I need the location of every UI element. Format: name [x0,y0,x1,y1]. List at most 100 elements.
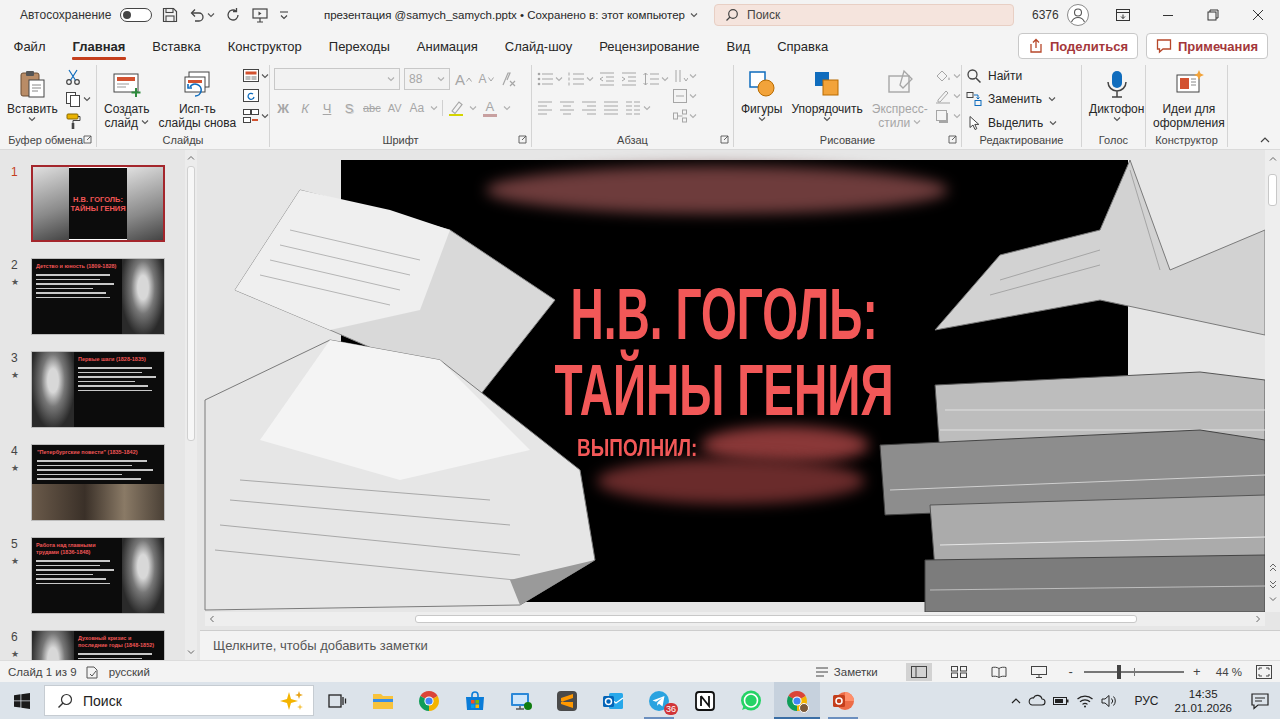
close-button[interactable] [1236,0,1280,30]
taskbar-search[interactable]: Поиск [44,685,314,716]
font-style-button[interactable]: S [340,98,358,118]
cloud-icon[interactable] [1028,693,1046,709]
fit-to-window-icon[interactable] [1256,665,1272,679]
layout-button[interactable] [242,68,269,84]
slide-thumbnail[interactable]: "Петербургские повести" (1835-1842) [31,444,165,521]
text-direction-button[interactable] [672,68,697,84]
view-button[interactable] [906,663,932,681]
zoom-level[interactable]: 44 % [1216,666,1242,678]
reuse-slides-button[interactable]: Исп-ть слайды снова [156,67,240,131]
customize-toolbar-icon[interactable] [278,8,290,22]
start-button[interactable] [0,682,44,719]
new-slide-button[interactable]: Создать слайд [101,67,153,131]
view-button[interactable] [1026,663,1052,681]
document-title[interactable]: презентация @samych_samych.pptx • Сохран… [300,9,698,21]
horizontal-scrollbar[interactable] [205,612,1265,626]
dialog-launcher-icon[interactable] [83,135,92,144]
ribbon-tab[interactable]: Файл [0,30,59,62]
language[interactable]: русский [109,666,150,678]
grow-font-button[interactable]: A [454,69,473,89]
font-color-button[interactable]: A [481,98,499,118]
save-icon[interactable] [161,6,179,24]
design-ideas-button[interactable]: Идеи для оформления [1150,67,1228,131]
editing-item[interactable]: Заменить [966,90,1056,108]
font-style-button[interactable]: Ж [274,98,292,118]
ribbon-display-button[interactable] [1101,0,1146,30]
shape-fill-button[interactable] [934,68,961,84]
author-label[interactable]: ВЫПОЛНИЛ: [577,434,697,462]
dialog-launcher-icon[interactable] [720,135,729,144]
wifi-icon[interactable] [1076,693,1094,709]
scroll-thumb[interactable] [187,166,195,441]
ribbon-tab[interactable]: Вставка [139,30,214,62]
ribbon-tab[interactable]: Слайд-шоу [491,30,585,62]
reset-slide-icon[interactable] [242,88,260,104]
taskbar-app[interactable] [314,682,360,719]
justify-icon[interactable] [602,100,620,116]
copilot-sparkle-icon[interactable] [279,690,305,712]
taskbar-app[interactable] [820,682,866,719]
undo-button[interactable] [188,6,215,24]
editing-item[interactable]: Найти [966,67,1022,85]
cut-icon[interactable] [64,68,82,86]
ribbon-tab[interactable]: Справка [764,30,842,62]
shape-outline-button[interactable] [934,88,961,104]
restore-button[interactable] [1191,0,1236,30]
ribbon-tab[interactable]: Переходы [315,30,403,62]
vertical-scrollbar[interactable] [1265,150,1280,612]
view-button[interactable] [946,663,972,681]
font-style-button[interactable]: Ч [318,98,336,118]
format-painter-icon[interactable] [64,112,82,130]
align-center-icon[interactable] [558,100,576,116]
collapse-ribbon-icon[interactable] [1260,136,1270,143]
slide-thumbnail[interactable]: Первые шаги (1828-1835) [31,351,165,428]
notes-button[interactable]: Заметки [815,666,878,678]
scroll-left-icon[interactable] [207,614,217,624]
align-right-icon[interactable] [580,100,598,116]
highlight-icon[interactable] [447,99,465,117]
taskbar-app[interactable] [728,682,774,719]
decrease-indent-icon[interactable] [598,71,616,87]
scroll-down-icon[interactable] [1268,594,1278,604]
font-style-button[interactable]: Aa [408,98,426,118]
font-style-button[interactable]: К [296,98,314,118]
slide-title[interactable]: Н.В. ГОГОЛЬ:ТАЙНЫ ГЕНИЯ [341,276,1108,428]
comments-button[interactable]: Примечания [1146,33,1268,59]
taskbar-app[interactable] [498,682,544,719]
scroll-right-icon[interactable] [1253,614,1263,624]
previous-slide-icon[interactable] [1268,562,1278,574]
zoom-in-button[interactable]: + [1192,664,1202,679]
clear-formatting-icon[interactable] [499,70,517,88]
section-button[interactable] [242,108,269,124]
ribbon-tab[interactable]: Главная [59,30,139,62]
redo-icon[interactable] [224,6,242,24]
volume-icon[interactable] [1100,693,1118,709]
dialog-launcher-icon[interactable] [518,135,527,144]
autosave-toggle[interactable] [120,8,152,22]
taskbar-app[interactable] [360,682,406,719]
columns-button[interactable] [624,100,651,116]
zoom-knob[interactable] [1117,665,1121,679]
scroll-down-icon[interactable] [186,647,196,657]
scroll-up-icon[interactable] [1268,154,1278,164]
input-language[interactable]: РУС [1134,694,1158,708]
taskbar-app[interactable] [590,682,636,719]
battery-icon[interactable] [1052,693,1070,709]
search-box[interactable]: Поиск [714,4,1014,26]
numbering-button[interactable] [567,71,594,87]
editing-item[interactable]: Выделить [966,114,1057,132]
font-style-button[interactable]: abc [362,98,382,118]
shape-effects-button[interactable] [934,108,961,124]
ribbon-tab[interactable]: Анимация [403,30,491,62]
scroll-thumb[interactable] [415,615,1137,623]
increase-indent-icon[interactable] [620,71,638,87]
share-button[interactable]: Поделиться [1018,33,1138,59]
ribbon-tab[interactable]: Вид [713,30,764,62]
slide-thumbnail[interactable]: Работа над главными трудами (1836-1848) [31,537,165,614]
notification-center-icon[interactable] [1250,692,1270,710]
scroll-up-icon[interactable] [186,153,196,163]
clock[interactable]: 14:35 21.01.2026 [1174,687,1232,715]
arrange-button[interactable]: Упорядочить [788,67,865,123]
thumbnail-scrollbar[interactable] [185,150,197,660]
taskbar-app[interactable]: 36 [636,682,682,719]
